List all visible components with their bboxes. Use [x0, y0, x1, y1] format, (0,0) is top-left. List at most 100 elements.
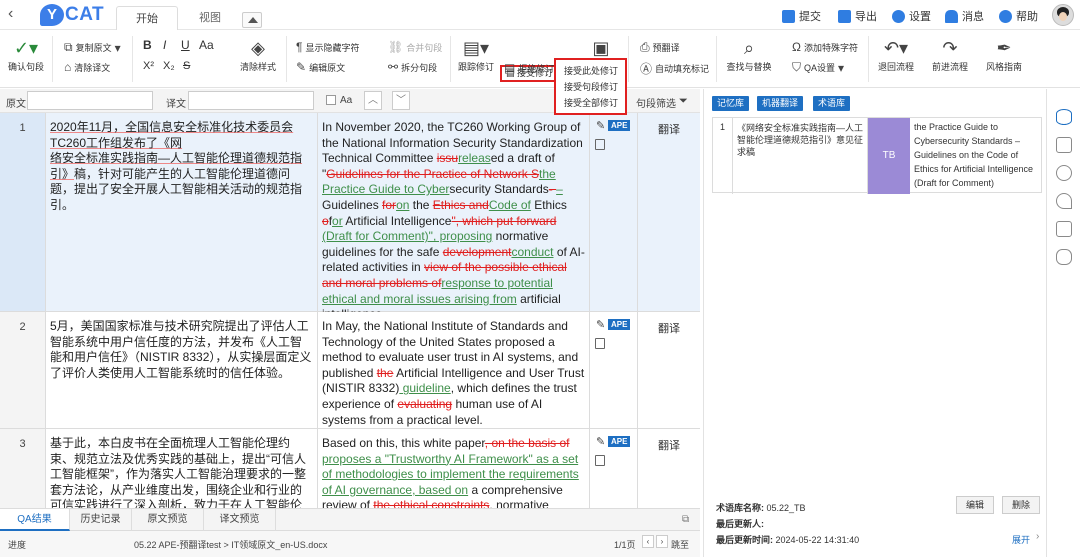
tab-history[interactable]: 历史记录 [70, 509, 132, 531]
find-replace-button[interactable]: ⌕ 查找与替换 [726, 36, 772, 73]
check-icon: ✓▾ [13, 38, 39, 58]
accept-changes-menu: 接受此处修订 接受句段修订 接受全部修订 [554, 58, 627, 115]
comment-icon[interactable] [595, 338, 605, 349]
settings-button[interactable]: 设置 [892, 8, 931, 24]
translate-icon[interactable] [1056, 137, 1072, 153]
logo-text: CAT [65, 4, 105, 25]
case-sensitive-checkbox[interactable] [326, 95, 336, 105]
resource-panel: 记忆库 机器翻译 术语库 1 《网络安全标准实践指南—人工智能伦理道德规范指引》… [703, 89, 1046, 557]
menu-item-accept-segment[interactable]: 接受句段修订 [556, 79, 625, 95]
target-cell[interactable]: In November 2020, the TC260 Working Grou… [318, 113, 590, 321]
avatar[interactable] [1052, 4, 1074, 26]
eraser-icon: ⌂ [64, 60, 72, 74]
target-filter-input[interactable] [188, 91, 314, 110]
underline-button[interactable]: U [181, 38, 190, 52]
prev-match-button[interactable]: ︿ [364, 91, 382, 110]
table-row[interactable]: 2 5月，美国国家标准与技术研究院提出了评估人工智能系统中用户信任度的方法，并发… [0, 312, 700, 429]
next-match-button[interactable]: ﹀ [392, 91, 410, 110]
term-target[interactable]: the Practice Guide to Cybersecurity Stan… [910, 118, 1043, 194]
attachment-icon[interactable] [1056, 193, 1072, 209]
divider [716, 36, 717, 82]
expand-link[interactable]: 展开 [1012, 533, 1030, 546]
goto-page-label[interactable]: 跳至 [671, 538, 689, 551]
add-special-char-button[interactable]: Ω 添加特殊字符 [792, 40, 858, 54]
pen-nib-icon: ✒ [996, 38, 1012, 58]
tab-target-preview[interactable]: 译文预览 [204, 509, 276, 531]
search-icon[interactable] [1056, 165, 1072, 181]
autofill-tags-button[interactable]: Ⓐ 自动填充标记 [640, 60, 709, 77]
comment-icon[interactable] [595, 139, 605, 150]
superscript-button[interactable]: X² [143, 60, 154, 72]
source-cell[interactable]: 2020年11月，全国信息安全标准化技术委员会TC260工作组发布了《网 络安全标… [46, 113, 318, 311]
export-button[interactable]: 导出 [838, 8, 877, 24]
logo-letter: Y [40, 4, 64, 26]
copy-source-button[interactable]: ⧉ 复制原文 ▾ [64, 40, 121, 55]
source-filter-input[interactable] [27, 91, 153, 110]
table-row[interactable]: 1 2020年11月，全国信息安全标准化技术委员会TC260工作组发布了《网 络安… [0, 113, 700, 321]
bold-button[interactable]: B [143, 38, 152, 52]
robot-icon[interactable] [1056, 249, 1072, 265]
pencil-icon[interactable]: ✎ [596, 435, 605, 448]
menu-item-accept-all[interactable]: 接受全部修订 [556, 95, 625, 111]
source-cell[interactable]: 基于此，本白皮书在全面梳理人工智能伦理约束、规范立法及优秀实践的基础上，提出“可… [46, 429, 318, 508]
back-arrow-icon[interactable]: ‹ [8, 5, 13, 23]
forward-flow-button[interactable]: ↷ 前进流程 [930, 36, 970, 73]
tab-home[interactable]: 开始 [116, 6, 178, 30]
submit-button[interactable]: 提交 [782, 8, 821, 24]
target-cell[interactable]: Based on this, this white paper, on the … [318, 429, 590, 508]
prev-page-button[interactable]: ‹ [642, 535, 654, 548]
qa-settings-button[interactable]: ⛉ QA设置 ▾ [792, 60, 844, 75]
confirm-segment-button[interactable]: ✓▾ 确认句段 [8, 36, 44, 73]
comment-icon[interactable] [595, 455, 605, 466]
italic-button[interactable]: I [163, 38, 166, 52]
strikethrough-button[interactable]: S [183, 60, 190, 72]
segment-filter-label[interactable]: 句段筛选 [636, 95, 676, 110]
omega-icon: Ω [792, 40, 801, 54]
return-flow-button[interactable]: ↶▾ 退回流程 [876, 36, 916, 73]
calendar-icon[interactable] [1056, 221, 1072, 237]
tab-machine-translation[interactable]: 机器翻译 [757, 96, 804, 111]
table-row[interactable]: 3 基于此，本白皮书在全面梳理人工智能伦理约束、规范立法及优秀实践的基础上，提出… [0, 429, 700, 508]
term-source: 《网络安全标准实践指南—人工智能伦理道德规范指引》意见征求稿 [733, 118, 868, 194]
divider [132, 36, 133, 82]
track-changes-button[interactable]: ▤▾ 跟踪修订 [458, 36, 494, 73]
divider [52, 36, 53, 82]
database-icon[interactable] [1056, 109, 1072, 125]
filter-icon[interactable]: ⏷ [679, 95, 688, 108]
insert-icon-button[interactable]: ▣ [588, 36, 614, 60]
messages-button[interactable]: 消息 [945, 8, 984, 24]
tb-updater-row: 最后更新人: [716, 519, 764, 529]
edit-term-button[interactable]: 编辑 [956, 496, 994, 514]
pretranslate-button[interactable]: ⎙ 预翻译 [640, 40, 680, 55]
subscript-button[interactable]: X₂ [163, 60, 175, 72]
pencil-icon[interactable]: ✎ [596, 119, 605, 132]
target-cell[interactable]: In May, the National Institute of Standa… [318, 312, 590, 428]
clear-target-button[interactable]: ⌂ 清除译文 [64, 60, 110, 74]
clear-style-button[interactable]: ◈ 清除样式 [238, 36, 278, 73]
tab-translation-memory[interactable]: 记忆库 [712, 96, 750, 111]
copy-icon: ⧉ [64, 40, 73, 54]
help-button[interactable]: 帮助 [999, 8, 1038, 24]
merge-segment-button[interactable]: ⛓ 合并句段 [388, 40, 442, 54]
delete-term-button[interactable]: 删除 [1002, 496, 1040, 514]
tab-termbase[interactable]: 术语库 [813, 96, 851, 111]
popout-icon[interactable]: ⧉ [682, 514, 689, 525]
termbase-match[interactable]: 1 《网络安全标准实践指南—人工智能伦理道德规范指引》意见征求稿 TB the … [712, 117, 1043, 194]
menu-item-accept-here[interactable]: 接受此处修订 [556, 63, 625, 79]
pencil-icon[interactable]: ✎ [596, 318, 605, 331]
next-page-button[interactable]: › [656, 535, 668, 548]
edit-source-button[interactable]: ✎ 编辑原文 [296, 60, 345, 74]
split-segment-button[interactable]: ⚯ 拆分句段 [388, 60, 437, 74]
tab-qa-results[interactable]: QA结果 [0, 509, 70, 531]
show-hidden-chars-button[interactable]: ¶ 显示隐藏字符 [296, 40, 359, 54]
tab-source-preview[interactable]: 原文预览 [132, 509, 204, 531]
font-size-button[interactable]: Aa [199, 38, 214, 52]
style-guide-button[interactable]: ✒ 风格指南 [984, 36, 1024, 73]
file-breadcrumb[interactable]: 05.22 APE-预翻译test > IT领域原文_en-US.docx [134, 538, 327, 551]
gear-icon [892, 9, 905, 23]
submit-icon [782, 9, 795, 23]
tab-view[interactable]: 视图 [188, 6, 232, 30]
reject-changes-button[interactable]: ▤ 拒绝修订 [504, 61, 554, 75]
collapse-ribbon-icon[interactable] [242, 12, 262, 28]
source-cell[interactable]: 5月，美国国家标准与技术研究院提出了评估人工智能系统中用户信任度的方法，并发布《… [46, 312, 318, 428]
